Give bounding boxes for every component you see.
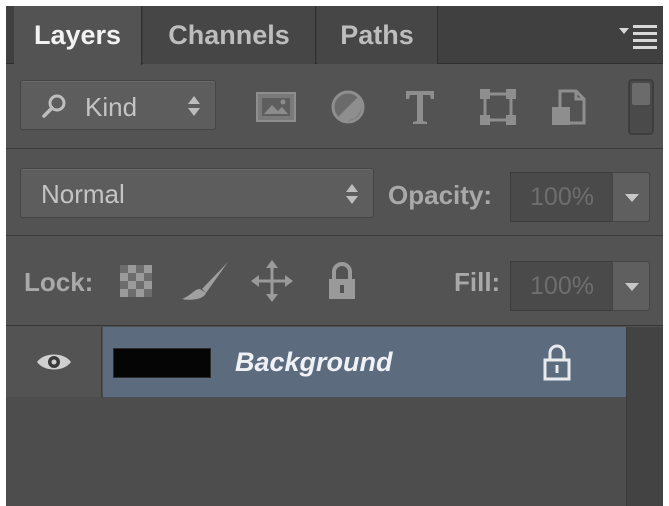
lock-transparent-pixels-icon[interactable] [114,259,158,303]
fill-label: Fill: [454,267,501,297]
blend-opacity-row: Normal Opacity: 100% [6,150,663,236]
lock-all-icon[interactable] [320,259,364,303]
fill-input[interactable]: 100% [510,261,614,311]
shape-layer-filter-icon[interactable] [476,85,520,129]
opacity-dropdown-button[interactable] [612,172,650,222]
filter-kind-label: Kind [85,92,138,122]
layers-list: Background [6,327,663,506]
lock-fill-row: Lock: Fill: 100% [6,237,663,326]
layers-panel: Layers Channels Paths Kind Normal Opacit… [6,6,663,506]
chevron-down-icon [625,283,639,291]
opacity-label: Opacity: [388,180,493,210]
chevron-down-icon [625,194,639,202]
panel-tab-bar: Layers Channels Paths [6,6,663,65]
adjustment-layer-filter-icon[interactable] [326,85,370,129]
lock-label: Lock: [24,267,94,297]
blend-mode-value: Normal [41,179,125,209]
panel-menu-icon[interactable] [617,22,659,50]
opacity-input[interactable]: 100% [510,172,614,222]
filter-toggle-switch[interactable] [628,79,654,135]
filter-kind-select[interactable]: Kind [20,80,216,130]
tab-paths[interactable]: Paths [317,6,438,64]
layer-visibility-toggle[interactable] [6,327,102,397]
lock-image-pixels-icon[interactable] [178,259,234,303]
eye-icon [37,354,71,370]
layers-list-scrollbar[interactable] [626,327,663,506]
layer-name: Background [235,347,393,377]
layer-lock-icon[interactable] [542,343,572,381]
smart-object-filter-icon[interactable] [546,85,590,129]
fill-dropdown-button[interactable] [612,261,650,311]
filter-toggle-knob [632,83,650,105]
layer-row[interactable]: Background [6,327,626,397]
type-layer-filter-icon[interactable] [398,85,442,129]
blend-mode-select[interactable]: Normal [20,168,374,218]
lock-position-icon[interactable] [250,259,294,303]
pixel-layer-filter-icon[interactable] [254,85,298,129]
search-icon [42,94,66,118]
layer-filter-row: Kind [6,65,663,149]
layer-thumbnail [113,348,211,378]
layer-body-background[interactable]: Background [103,327,626,397]
tab-layers[interactable]: Layers [14,6,142,65]
updown-arrows-icon [346,184,358,204]
tab-channels[interactable]: Channels [143,6,316,64]
updown-arrows-icon [188,96,200,116]
